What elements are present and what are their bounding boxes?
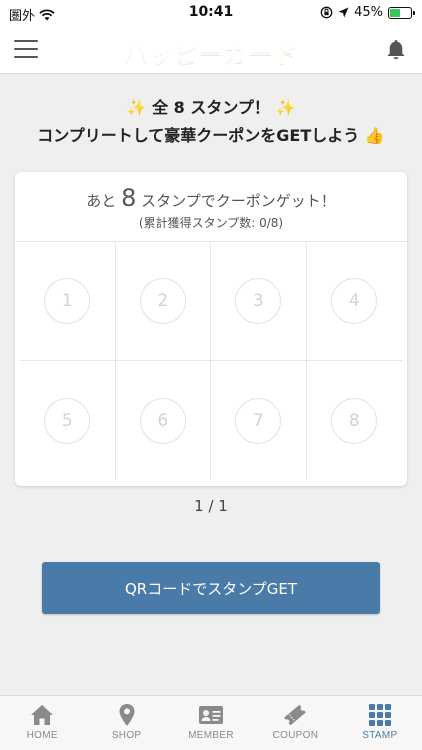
- stamp-grid: 1 2 3 4 5 6 7 8: [20, 242, 402, 480]
- stamp-slot: 1: [20, 242, 116, 361]
- stamp-circle: 4: [331, 278, 378, 324]
- headline: ✨ 全 8 スタンプ！ ✨ コンプリートして豪華クーポンをGETしよう 👍: [0, 94, 422, 146]
- nav-label: MEMBER: [188, 730, 234, 741]
- ticket-icon: [284, 704, 307, 726]
- page-indicator: 1 / 1: [194, 497, 228, 515]
- status-right: 45%: [320, 5, 415, 20]
- stamp-circle: 6: [139, 397, 186, 444]
- stamp-circle: 2: [139, 278, 186, 324]
- sparkle-icon: ✨: [126, 98, 147, 117]
- home-icon: [31, 705, 54, 725]
- sparkle-icon: ✨: [275, 98, 296, 117]
- bell-icon[interactable]: [384, 38, 408, 62]
- nav-item-shop[interactable]: SHOP: [84, 696, 168, 750]
- stamp-circle: 7: [235, 397, 282, 444]
- remaining-count: 8: [121, 184, 137, 212]
- orientation-lock-icon: [320, 6, 333, 19]
- status-bar: 圏外 10:41 45%: [0, 0, 422, 26]
- title-prefix: あと: [86, 192, 117, 210]
- map-pin-icon: [119, 704, 135, 726]
- stamp-slot: 5: [20, 361, 116, 480]
- headline-line1: ✨ 全 8 スタンプ！ ✨: [0, 94, 422, 118]
- stamp-slot: 3: [211, 242, 307, 361]
- stamp-card-title: あと 8 スタンプでクーポンゲット！: [15, 184, 407, 212]
- bottom-nav: HOME SHOP MEMBER COUPON STAMP: [0, 695, 422, 750]
- stamp-circle: 3: [235, 278, 282, 324]
- headline-text-2: コンプリートして豪華クーポンをGETしよう: [37, 126, 360, 145]
- battery-fill: [390, 8, 400, 17]
- headline-line2: コンプリートして豪華クーポンをGETしよう 👍: [0, 122, 422, 146]
- stamp-card-header: あと 8 スタンプでクーポンゲット！ (累計獲得スタンプ数: 0/8): [15, 172, 407, 242]
- stamp-card: あと 8 スタンプでクーポンゲット！ (累計獲得スタンプ数: 0/8) 1 2 3 4…: [15, 172, 407, 486]
- app-logo: ハッピーカード: [123, 40, 299, 69]
- nav-label: HOME: [26, 730, 58, 741]
- stamp-slot: 4: [306, 242, 402, 361]
- stamp-circle: 1: [44, 278, 91, 324]
- nav-item-member[interactable]: MEMBER: [169, 696, 253, 750]
- nav-label: COUPON: [272, 730, 319, 741]
- nav-item-home[interactable]: HOME: [0, 696, 84, 750]
- stamp-slot: 2: [115, 242, 211, 361]
- stamp-circle: 5: [44, 397, 91, 444]
- battery-icon: [388, 6, 415, 19]
- stamp-circle: 8: [331, 397, 378, 444]
- nav-label: SHOP: [111, 730, 142, 741]
- stamp-slot: 8: [307, 361, 403, 480]
- member-card-icon: [199, 706, 224, 724]
- battery-percent: 45%: [354, 5, 383, 20]
- title-suffix: スタンプでクーポンゲット！: [141, 192, 336, 210]
- qr-stamp-button[interactable]: QRコードでスタンプGET: [42, 562, 380, 614]
- nav-item-stamp[interactable]: STAMP: [338, 696, 422, 750]
- app-header: ハッピーカード: [0, 26, 422, 74]
- location-arrow-icon: [338, 7, 349, 18]
- nav-label: STAMP: [362, 730, 398, 741]
- nav-item-coupon[interactable]: COUPON: [253, 696, 337, 750]
- stamp-card-subtitle: (累計獲得スタンプ数: 0/8): [138, 216, 284, 230]
- thumbs-up-icon: 👍: [364, 126, 385, 145]
- stamp-grid-icon: [368, 704, 391, 726]
- stamp-slot: 7: [211, 361, 307, 480]
- headline-text-1: 全 8 スタンプ！: [152, 98, 270, 117]
- stamp-slot: 6: [116, 361, 211, 480]
